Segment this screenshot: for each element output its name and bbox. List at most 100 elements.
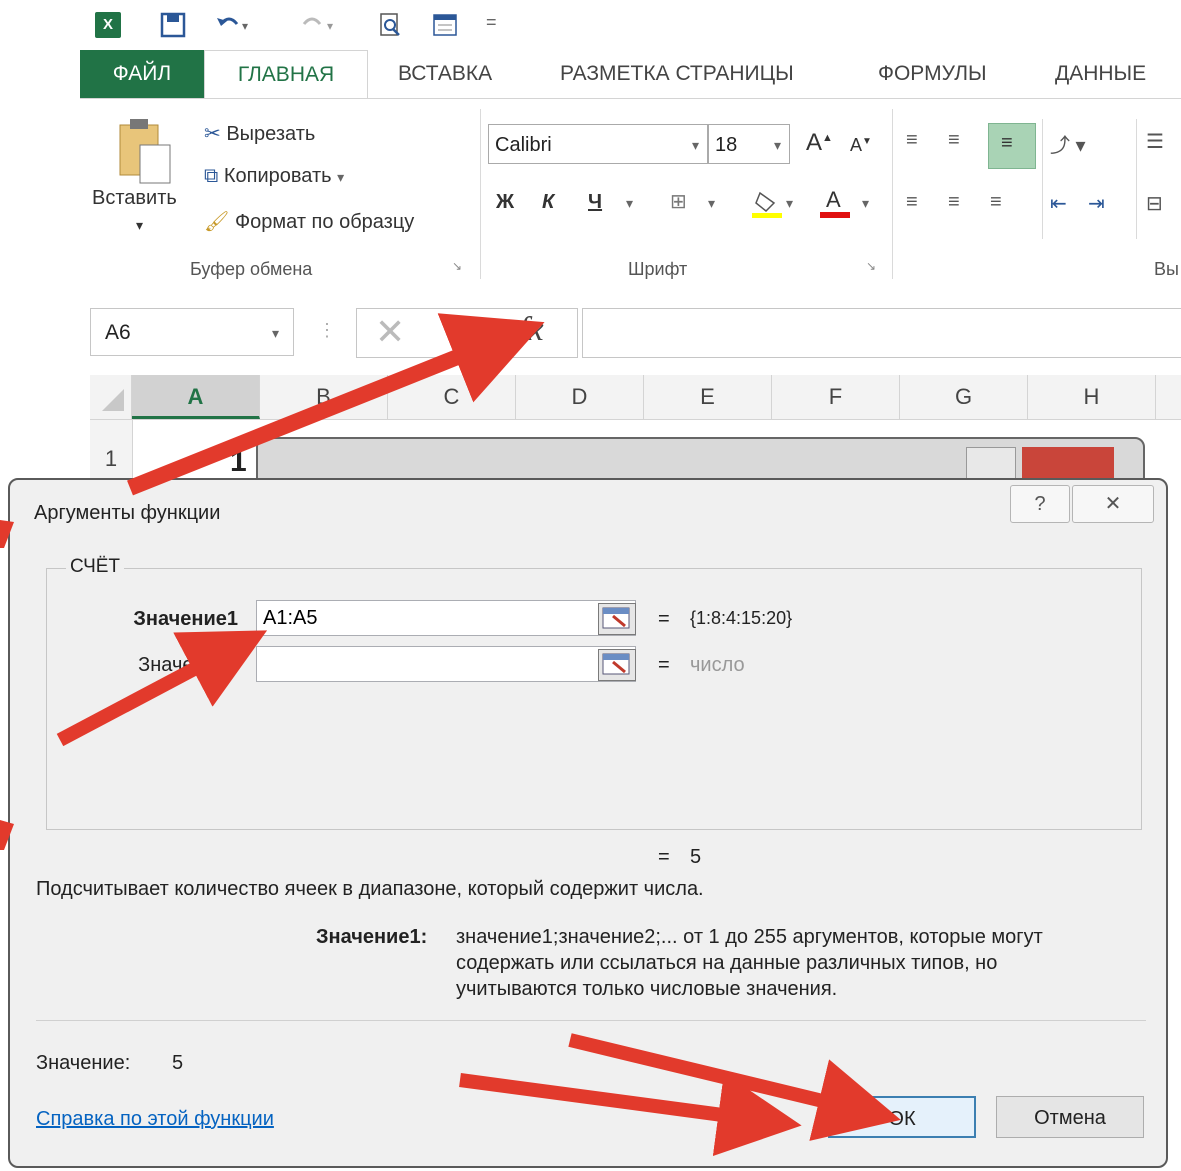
formula-result-equals: = [658,846,670,868]
merge-icon[interactable]: ⊟ [1146,191,1163,216]
cut-button[interactable]: ✂ Вырезать [204,121,315,146]
name-box[interactable]: A6 ▾ [90,308,294,356]
close-button[interactable]: ✕ [1072,485,1154,523]
underline-dropdown-icon[interactable]: ▾ [626,195,633,212]
name-box-value: A6 [105,321,131,344]
decrease-indent-icon[interactable]: ⇤ [1050,191,1067,216]
arg2-equals: = [658,654,670,676]
fill-dropdown-icon[interactable]: ▾ [786,195,793,212]
value-label: Значение: [36,1052,131,1074]
arg1-label: Значение1 [133,608,238,630]
align-middle-icon[interactable]: ≡ [948,129,960,152]
function-description: Подсчитывает количество ячеек в диапазон… [36,878,704,900]
format-painter-button[interactable]: 🖌 Формат по образцу [204,209,414,234]
chevron-down-icon[interactable]: ▾ [692,125,699,165]
more-icon: ⋮ [318,320,336,340]
text-orientation-icon[interactable]: ⤴ ▾ [1050,129,1086,158]
formula-result: 5 [690,846,702,868]
column-header-b[interactable]: B [260,375,388,419]
column-header-e[interactable]: E [644,375,772,419]
enter-formula-icon[interactable]: ✓ [447,311,477,353]
column-header-c[interactable]: C [388,375,516,419]
arg1-input[interactable] [256,600,636,636]
function-arguments-dialog: Аргументы функции ? ✕ СЧЁТ Значение1 = {… [8,478,1168,1168]
redo-icon[interactable]: ▾ [300,12,333,38]
group-separator [1136,119,1137,239]
format-painter-label: Формат по образцу [234,211,415,233]
copy-label: Копировать [223,165,332,187]
paste-dropdown-icon[interactable]: ▾ [136,217,143,234]
increase-indent-icon[interactable]: ⇥ [1088,191,1105,216]
tab-page-layout[interactable]: РАЗМЕТКА СТРАНИЦЫ [560,50,794,98]
customize-toolbar-icon[interactable]: = [486,12,512,38]
print-preview-icon[interactable] [378,12,404,38]
collapse-dialog-icon[interactable] [598,649,636,681]
chevron-down-icon[interactable]: ▾ [272,309,279,357]
formula-buttons: ✕ ✓ fx [356,308,578,358]
paste-button[interactable]: Вставить [92,187,177,210]
align-right-icon[interactable]: ≡ [990,191,1002,214]
font-color-dropdown-icon[interactable]: ▾ [862,195,869,212]
align-top-icon[interactable]: ≡ [906,129,918,152]
row-header-1[interactable]: 1 [90,420,133,480]
arg1-result: {1:8:4:15:20} [690,608,793,628]
underline-button[interactable]: Ч [588,191,602,214]
tab-file[interactable]: ФАЙЛ [80,50,204,98]
arg2-label: Значение2 [138,654,238,676]
tab-insert[interactable]: ВСТАВКА [398,50,492,98]
borders-dropdown-icon[interactable]: ▾ [708,195,715,212]
form-icon[interactable] [432,12,458,38]
help-link[interactable]: Справка по этой функции [36,1108,274,1131]
ribbon-tabs: ФАЙЛ ГЛАВНАЯ ВСТАВКА РАЗМЕТКА СТРАНИЦЫ Ф… [0,50,1181,100]
copy-button[interactable]: ⧉ Копировать ▾ [204,165,344,188]
insert-function-icon[interactable]: fx [519,311,544,349]
copy-dropdown-icon[interactable]: ▾ [337,169,344,185]
italic-button[interactable]: К [542,191,554,214]
paste-icon[interactable] [116,117,172,192]
group-separator [1042,119,1043,239]
undo-icon[interactable]: ▾ [215,12,248,38]
formula-bar: A6 ▾ ⋮ ✕ ✓ fx [0,292,1181,372]
font-color-icon[interactable]: A [820,185,850,224]
arg2-input[interactable] [256,646,636,682]
brush-icon: 🖌 [204,211,230,233]
svg-text:▾: ▾ [327,19,333,33]
formula-input[interactable] [582,308,1181,358]
collapse-dialog-icon[interactable] [598,603,636,635]
font-launcher-icon[interactable]: ↘ [866,259,876,273]
fill-color-icon[interactable] [752,189,782,224]
column-header-h[interactable]: H [1028,375,1156,419]
clipboard-launcher-icon[interactable]: ↘ [452,259,462,273]
tab-home[interactable]: ГЛАВНАЯ [204,50,368,100]
column-header-d[interactable]: D [516,375,644,419]
font-name-combo[interactable]: Calibri ▾ [488,124,708,164]
svg-text:▾: ▾ [242,19,248,33]
align-left-icon[interactable]: ≡ [906,191,918,214]
align-center-icon[interactable]: ≡ [948,191,960,214]
column-header-f[interactable]: F [772,375,900,419]
arg2-result: число [690,654,745,676]
save-icon[interactable] [160,12,186,38]
cancel-button[interactable]: Отмена [996,1096,1144,1138]
tab-formulas[interactable]: ФОРМУЛЫ [878,50,987,98]
wrap-text-icon[interactable]: ☰ [1146,129,1164,154]
scissors-icon: ✂ [204,123,221,145]
alignment-group-label: Вы [1154,259,1179,279]
cancel-formula-icon[interactable]: ✕ [375,311,405,353]
bold-button[interactable]: Ж [496,191,514,214]
chevron-down-icon[interactable]: ▾ [774,125,781,165]
arg-help-text-line1: значение1;значение2;... от 1 до 255 аргу… [456,926,1043,948]
column-header-a[interactable]: A [132,375,260,419]
help-button[interactable]: ? [1010,485,1070,523]
align-bottom-button[interactable]: ≡ [988,123,1036,169]
increase-font-icon[interactable]: A▲ [806,129,833,157]
select-all-corner[interactable] [90,375,132,419]
font-name-value: Calibri [495,134,552,156]
borders-icon[interactable]: ⊞ [670,189,687,214]
column-header-g[interactable]: G [900,375,1028,419]
ok-button[interactable]: ОК [828,1096,976,1138]
decrease-font-icon[interactable]: A▼ [850,135,872,156]
tab-data[interactable]: ДАННЫЕ [1055,50,1146,98]
font-size-combo[interactable]: 18 ▾ [708,124,790,164]
value-result: 5 [172,1052,184,1074]
